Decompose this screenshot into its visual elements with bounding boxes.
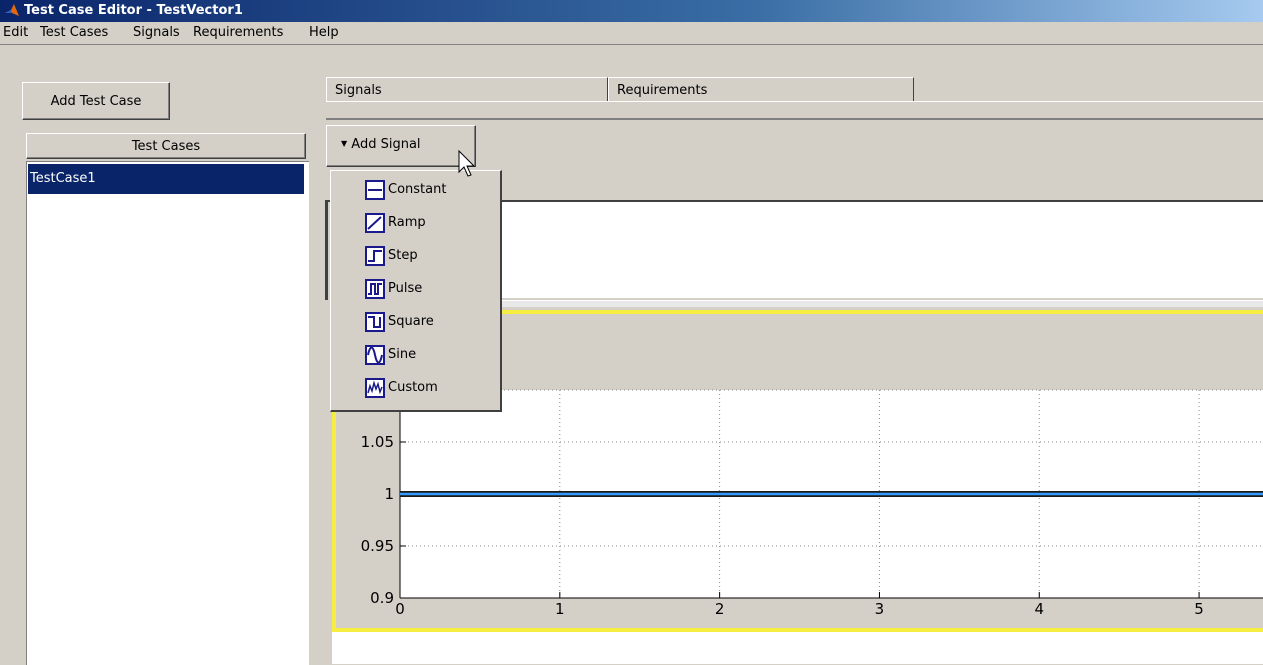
signal-menu-label: Step xyxy=(388,248,418,263)
tab-signals-label: Signals xyxy=(335,83,382,98)
x-tick-label: 2 xyxy=(715,600,725,618)
add-signal-label: ▼ Add Signal xyxy=(341,137,421,152)
ramp-icon xyxy=(365,213,385,233)
add-signal-dropdown: Constant Ramp Step Pulse Square Sine Cus… xyxy=(330,170,502,412)
menu-bar: Edit Test Cases Signals Requirements Hel… xyxy=(0,22,1263,44)
x-tick-label: 4 xyxy=(1034,600,1044,618)
add-test-case-label: Add Test Case xyxy=(50,93,142,109)
signal-menu-label: Sine xyxy=(388,347,417,362)
chevron-down-icon: ▼ xyxy=(341,139,348,148)
constant-icon xyxy=(365,180,385,200)
signal-menu-label: Custom xyxy=(388,380,438,395)
panel-scroll-handle[interactable] xyxy=(325,200,328,300)
signal-menu-step[interactable]: Step xyxy=(331,240,499,273)
menu-help[interactable]: Help xyxy=(309,25,339,40)
tab-requirements[interactable]: Requirements xyxy=(608,77,914,101)
pulse-icon xyxy=(365,279,385,299)
tab-signals[interactable]: Signals xyxy=(326,77,608,101)
x-tick-label: 0 xyxy=(395,600,405,618)
list-item[interactable]: TestCase1 xyxy=(28,164,304,194)
signal-menu-label: Pulse xyxy=(388,281,423,296)
signal-menu-label: Ramp xyxy=(388,215,426,230)
x-tick-label: 5 xyxy=(1194,600,1204,618)
signal-menu-custom[interactable]: Custom xyxy=(331,372,499,405)
square-icon xyxy=(365,312,385,332)
y-tick-label: 0.95 xyxy=(361,537,394,555)
custom-icon xyxy=(365,378,385,398)
menu-edit[interactable]: Edit xyxy=(3,25,28,40)
signal-menu-pulse[interactable]: Pulse xyxy=(331,273,499,306)
test-cases-header: Test Cases xyxy=(26,133,306,159)
sine-icon xyxy=(365,345,385,365)
add-signal-button[interactable]: ▼ Add Signal xyxy=(326,125,476,167)
test-cases-header-label: Test Cases xyxy=(131,138,201,154)
step-icon xyxy=(365,246,385,266)
window-title: Test Case Editor - TestVector1 xyxy=(24,3,243,18)
signal-menu-square[interactable]: Square xyxy=(331,306,499,339)
signal-menu-ramp[interactable]: Ramp xyxy=(331,207,499,240)
x-tick-label: 1 xyxy=(555,600,565,618)
matlab-icon xyxy=(5,4,19,16)
signal-menu-sine[interactable]: Sine xyxy=(331,339,499,372)
add-test-case-button[interactable]: Add Test Case xyxy=(22,82,170,120)
menu-divider xyxy=(0,44,1263,45)
tab-divider xyxy=(326,101,1263,102)
menu-signals[interactable]: Signals xyxy=(133,25,180,40)
signal-menu-label: Constant xyxy=(388,182,447,197)
y-tick-label: 0.9 xyxy=(370,589,394,607)
tab-requirements-label: Requirements xyxy=(617,83,708,98)
mouse-cursor-icon xyxy=(458,150,476,177)
x-tick-label: 3 xyxy=(875,600,885,618)
tab-divider-shadow xyxy=(326,118,1263,120)
test-case-list[interactable]: TestCase1 xyxy=(26,161,309,665)
y-tick-label: 1 xyxy=(384,485,394,503)
signal-menu-label: Square xyxy=(388,314,434,329)
menu-requirements[interactable]: Requirements xyxy=(193,25,283,40)
lower-panel-area xyxy=(332,632,1263,664)
menu-test-cases[interactable]: Test Cases xyxy=(40,25,108,40)
y-tick-label: 1.05 xyxy=(361,433,394,451)
title-bar: Test Case Editor - TestVector1 xyxy=(0,0,1263,22)
add-signal-text: Add Signal xyxy=(351,137,421,152)
list-item-label: TestCase1 xyxy=(30,171,96,186)
